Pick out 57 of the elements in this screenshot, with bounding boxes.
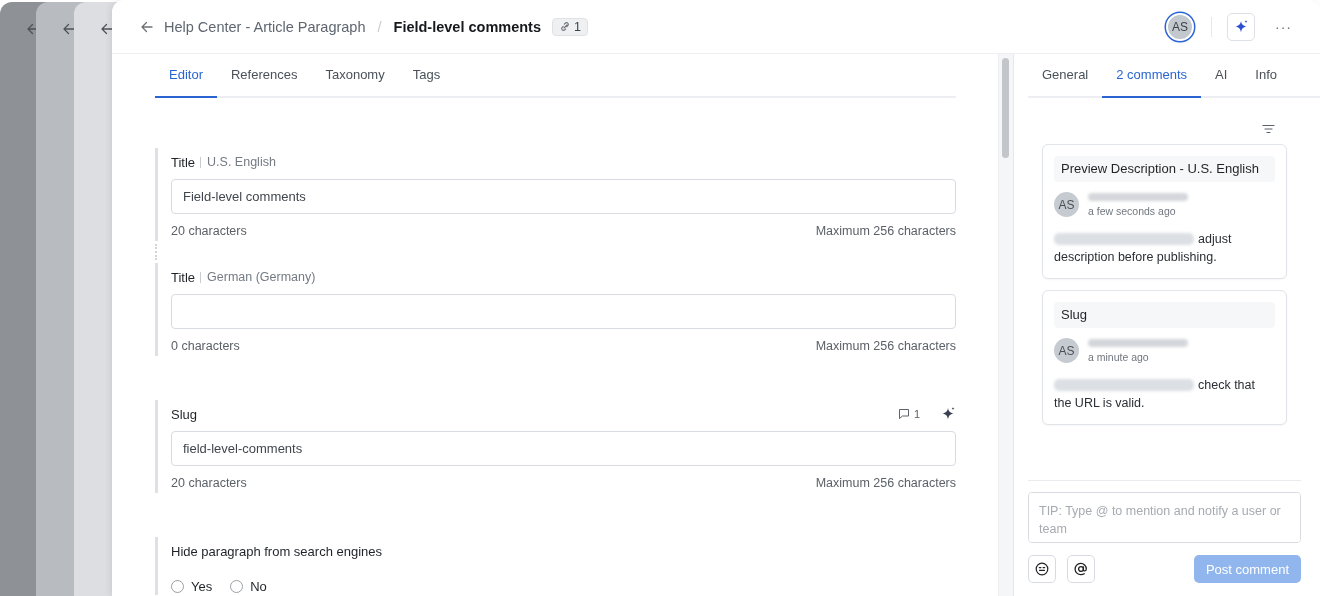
tab[interactable]: AI bbox=[1201, 54, 1242, 98]
character-count: 20 characters bbox=[171, 476, 247, 492]
link-count-badge[interactable]: 1 bbox=[552, 17, 588, 36]
character-count: 0 characters bbox=[171, 339, 240, 355]
tab[interactable]: 2 comments bbox=[1102, 54, 1202, 98]
scrollbar[interactable] bbox=[998, 54, 1013, 596]
comment-input[interactable]: TIP: Type @ to mention and notify a user or team bbox=[1028, 492, 1301, 543]
tab[interactable]: Tags bbox=[398, 54, 455, 98]
tab[interactable]: Info bbox=[1241, 54, 1292, 98]
field-reference[interactable]: Slug bbox=[1054, 302, 1275, 328]
field-reference[interactable]: Preview Description - U.S. English bbox=[1054, 156, 1275, 182]
back-arrow-icon[interactable] bbox=[141, 20, 153, 33]
smiley-icon bbox=[1035, 562, 1049, 576]
breadcrumb-link[interactable]: Help Center - Article Paragraph bbox=[164, 18, 366, 35]
comment-text: adjust bbox=[1198, 232, 1232, 246]
tab[interactable]: General bbox=[1028, 54, 1103, 98]
link-icon bbox=[559, 21, 570, 32]
tab[interactable]: Taxonomy bbox=[311, 54, 399, 98]
field-label: Slug bbox=[171, 406, 198, 422]
character-limit: Maximum 256 characters bbox=[815, 339, 956, 355]
comment-count-button[interactable]: 1 bbox=[897, 408, 920, 420]
more-menu-button[interactable]: ··· bbox=[1275, 18, 1292, 35]
field-label: Title bbox=[171, 269, 196, 285]
text-input[interactable] bbox=[171, 294, 956, 329]
tab[interactable]: References bbox=[216, 54, 312, 98]
locale-label: German (Germany) bbox=[200, 271, 316, 283]
user-avatar[interactable]: AS bbox=[1166, 12, 1194, 41]
breadcrumb-separator: / bbox=[377, 18, 382, 35]
locale-label: U.S. English bbox=[200, 156, 276, 168]
text-input[interactable]: Field-level comments bbox=[171, 179, 956, 214]
field-label: Title bbox=[171, 154, 196, 170]
emoji-button[interactable] bbox=[1028, 555, 1056, 583]
sparkle-icon bbox=[1233, 19, 1249, 34]
back-arrow-icon[interactable] bbox=[63, 23, 75, 35]
comment-text: check that bbox=[1198, 378, 1255, 392]
character-limit: Maximum 256 characters bbox=[815, 476, 956, 492]
mention-button[interactable] bbox=[1067, 555, 1095, 583]
comment-time: a minute ago bbox=[1088, 350, 1150, 363]
ai-button[interactable] bbox=[1227, 12, 1255, 41]
sparkle-icon[interactable] bbox=[940, 407, 956, 421]
character-count: 20 characters bbox=[171, 224, 247, 240]
comment-text: the URL is valid. bbox=[1054, 396, 1145, 410]
comment-time: a few seconds ago bbox=[1088, 204, 1177, 217]
at-sign-icon bbox=[1074, 562, 1088, 576]
user-avatar: AS bbox=[1054, 192, 1079, 217]
tab[interactable]: Editor bbox=[155, 54, 217, 98]
filter-icon[interactable] bbox=[1262, 124, 1275, 134]
text-input[interactable]: field-level-comments bbox=[171, 431, 956, 466]
radio-label[interactable]: Yes bbox=[191, 579, 213, 594]
field-label: Hide paragraph from search engines bbox=[171, 543, 382, 559]
user-avatar: AS bbox=[1054, 338, 1079, 363]
comment-text: description before publishing. bbox=[1054, 250, 1217, 264]
character-limit: Maximum 256 characters bbox=[815, 224, 956, 240]
radio-label[interactable]: No bbox=[250, 579, 267, 594]
page-title: Field-level comments bbox=[393, 18, 541, 35]
speech-bubble-icon bbox=[897, 408, 910, 420]
back-arrow-icon[interactable] bbox=[101, 23, 113, 35]
